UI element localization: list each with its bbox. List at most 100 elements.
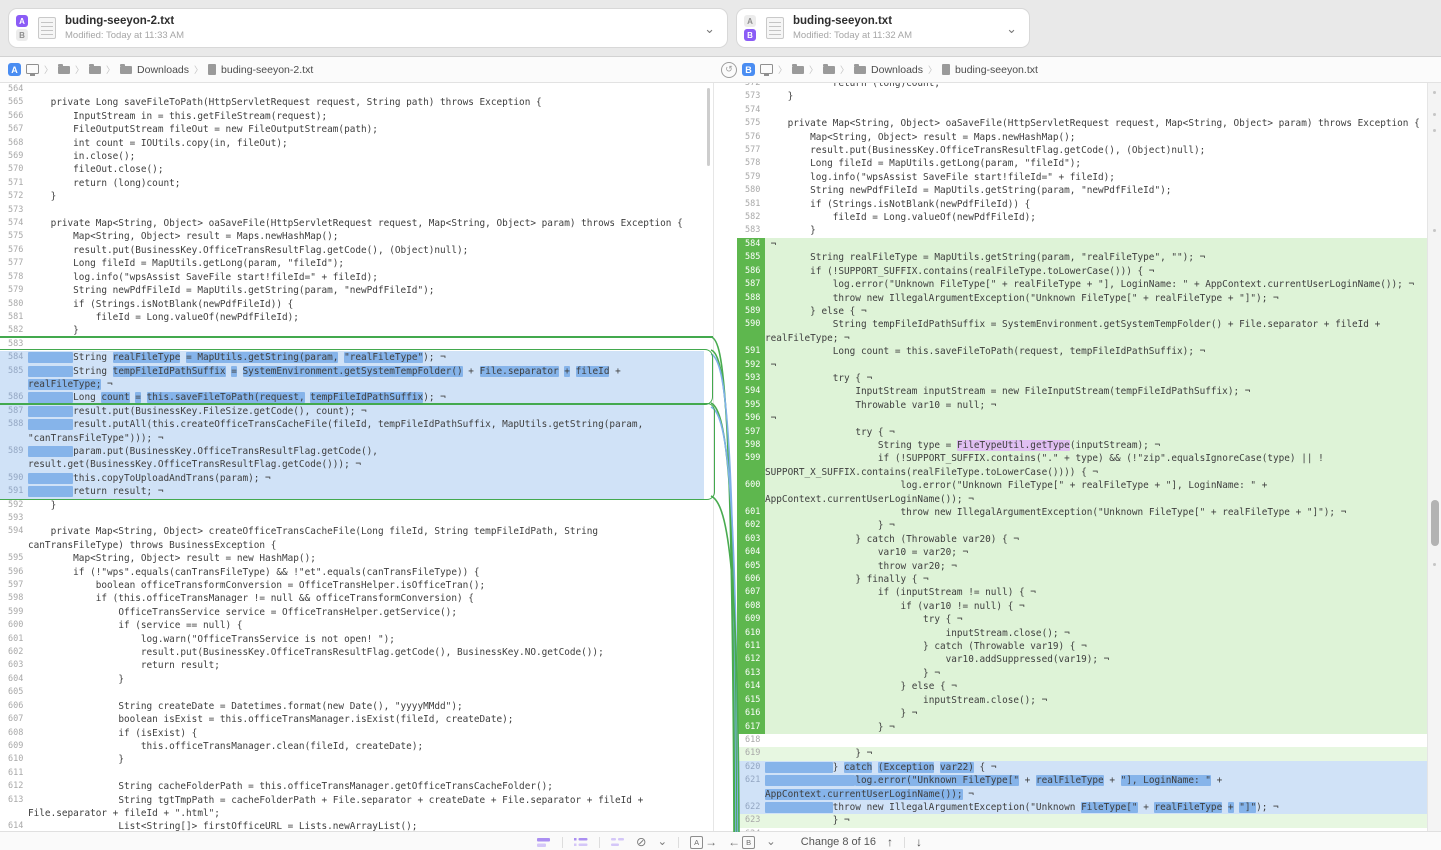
ab-badge-stack-right: A B: [744, 15, 756, 41]
chevron-down-icon[interactable]: ⌄: [657, 837, 667, 848]
code-line: 572 return (long)count;: [737, 83, 1427, 90]
code-text: log.error("Unknown FileType[" + realFile…: [765, 278, 1427, 291]
folder-icon[interactable]: [120, 66, 132, 74]
chevron-down-icon[interactable]: ⌄: [704, 23, 715, 34]
breadcrumb-file[interactable]: buding-seeyon.txt: [955, 64, 1038, 76]
line-number: 609: [0, 740, 28, 753]
right-scrollbar[interactable]: [1427, 83, 1441, 850]
code-line: 579 String newPdfFileId = MapUtils.getSt…: [0, 284, 704, 297]
code-line: 587 result.put(BusinessKey.FileSize.getC…: [0, 405, 704, 418]
code-text: if (Strings.isNotBlank(newPdfFileId)) {: [765, 198, 1427, 211]
breadcrumb-folder[interactable]: Downloads: [871, 64, 923, 76]
line-number: 589: [0, 445, 28, 472]
code-text: private Map<String, Object> oaSaveFile(H…: [28, 217, 704, 230]
code-line: 587 log.error("Unknown FileType[" + real…: [737, 278, 1427, 291]
history-icon[interactable]: ↺: [721, 62, 737, 78]
code-text: if (service == null) {: [28, 619, 704, 632]
chevron-down-icon[interactable]: ⌄: [766, 837, 776, 848]
computer-icon: [26, 64, 39, 74]
line-number: 593: [0, 512, 28, 525]
line-number: 594: [0, 525, 28, 552]
folder-icon[interactable]: [58, 66, 70, 74]
copy-a-to-right-button[interactable]: A→: [690, 835, 717, 849]
code-line: 605 throw var20; ¬: [737, 560, 1427, 573]
line-number: 587: [0, 405, 28, 418]
line-number: 584: [0, 351, 28, 364]
file-a-badge: A: [8, 63, 21, 76]
copy-b-to-left-button[interactable]: ←B: [728, 835, 755, 849]
view-unified-icon[interactable]: [611, 837, 625, 848]
crumb-separator: 〉: [840, 63, 849, 76]
code-text: [28, 83, 704, 96]
code-text: throw new IllegalArgumentException("Unkn…: [765, 506, 1427, 519]
line-number: 613: [0, 794, 28, 821]
code-line: 575 Map<String, Object> result = Maps.ne…: [0, 230, 704, 243]
toolbar-divider: [599, 837, 600, 848]
crumb-separator: 〉: [928, 63, 937, 76]
breadcrumb-folder[interactable]: Downloads: [137, 64, 189, 76]
code-line: 570 fileOut.close();: [0, 163, 704, 176]
code-line: 568 int count = IOUtils.copy(in, fileOut…: [0, 137, 704, 150]
code-line: 584 String realFileType = MapUtils.getSt…: [0, 351, 704, 364]
line-number: 573: [0, 204, 28, 217]
folder-icon[interactable]: [89, 66, 101, 74]
code-text: Map<String, Object> result = new HashMap…: [28, 552, 704, 565]
folder-icon[interactable]: [792, 66, 804, 74]
code-line: 607 boolean isExist = this.officeTransMa…: [0, 713, 704, 726]
next-change-button[interactable]: ↓: [916, 835, 922, 849]
code-text: log.error("Unknown FileType[" + realFile…: [765, 479, 1427, 506]
code-text: throw var20; ¬: [765, 560, 1427, 573]
code-line: 598 if (this.officeTransManager != null …: [0, 592, 704, 605]
right-scrollbar-thumb[interactable]: [1431, 500, 1439, 546]
code-text: [28, 767, 704, 780]
code-line: 584 ¬: [737, 238, 1427, 251]
line-number: 606: [0, 700, 28, 713]
code-line: 585 String tempFileIdPathSuffix = System…: [0, 365, 704, 392]
code-line: 608 if (isExist) {: [0, 727, 704, 740]
code-line: 619 } ¬: [737, 747, 1427, 760]
code-text: private Map<String, Object> createOffice…: [28, 525, 704, 552]
previous-change-button[interactable]: ↑: [887, 835, 893, 849]
code-line: 589 param.put(BusinessKey.OfficeTransRes…: [0, 445, 704, 472]
view-blocks-icon[interactable]: [537, 837, 551, 848]
code-text: String realFileType = MapUtils.getString…: [765, 251, 1427, 264]
line-number: 605: [0, 686, 28, 699]
code-line: 576 result.put(BusinessKey.OfficeTransRe…: [0, 244, 704, 257]
folder-icon[interactable]: [823, 66, 835, 74]
code-text: result.put(BusinessKey.OfficeTransResult…: [765, 144, 1427, 157]
code-line: 583: [0, 338, 704, 351]
right-file-card[interactable]: A B buding-seeyon.txt Modified: Today at…: [736, 8, 1030, 48]
line-number: 585: [0, 365, 28, 392]
code-text: String createDate = Datetimes.format(new…: [28, 700, 704, 713]
code-line: 594 private Map<String, Object> createOf…: [0, 525, 704, 552]
code-text: Map<String, Object> result = Maps.newHas…: [765, 131, 1427, 144]
code-line: 596 ¬: [737, 412, 1427, 425]
code-line: 618: [737, 734, 1427, 747]
code-line: 588 result.putAll(this.createOfficeTrans…: [0, 418, 704, 445]
code-text: String tempFileIdPathSuffix = SystemEnvi…: [765, 318, 1427, 345]
code-text: log.info("wpsAssist SaveFile start!fileI…: [28, 271, 704, 284]
code-text: } catch (Throwable var20) { ¬: [765, 533, 1427, 546]
chevron-down-icon[interactable]: ⌄: [1006, 23, 1017, 34]
toolbar-divider: [904, 837, 905, 848]
code-text: return (long)count;: [765, 83, 1427, 90]
code-text: InputStream in = this.getFileStream(requ…: [28, 110, 704, 123]
code-line: 574 private Map<String, Object> oaSaveFi…: [0, 217, 704, 230]
code-line: 592 ¬: [737, 359, 1427, 372]
toolbar-divider: [678, 837, 679, 848]
left-file-card[interactable]: A B buding-seeyon-2.txt Modified: Today …: [8, 8, 728, 48]
line-number: 588: [0, 418, 28, 445]
ignore-changes-icon[interactable]: ⊘: [636, 837, 646, 848]
breadcrumb-right: ↺ B 〉 〉 〉 Downloads 〉 buding-seeyon.txt: [721, 57, 1038, 82]
code-text: } ¬: [765, 519, 1427, 532]
code-line: 595 Throwable var10 = null; ¬: [737, 399, 1427, 412]
ab-badge-stack-left: A B: [16, 15, 28, 41]
breadcrumb-file[interactable]: buding-seeyon-2.txt: [221, 64, 313, 76]
code-line: 609 try { ¬: [737, 613, 1427, 626]
line-number: 600: [0, 619, 28, 632]
view-fluid-icon[interactable]: [574, 837, 588, 848]
code-text: if (inputStream != null) { ¬: [765, 586, 1427, 599]
folder-icon[interactable]: [854, 66, 866, 74]
code-text: } else { ¬: [765, 305, 1427, 318]
code-text: ¬: [765, 412, 1427, 425]
